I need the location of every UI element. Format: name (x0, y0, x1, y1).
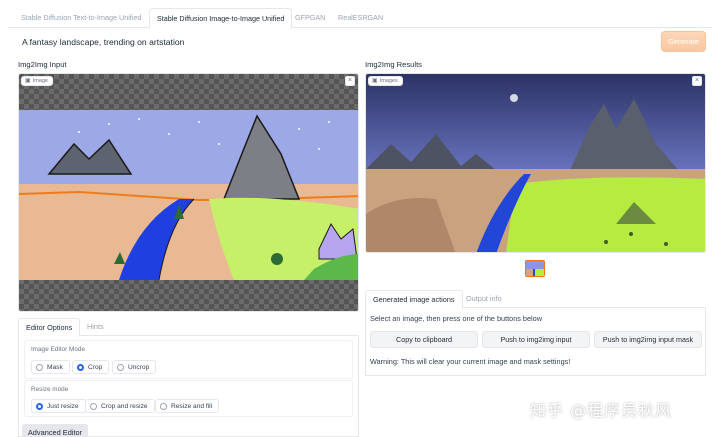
actions-tab-bar: Generated image actions Output info (365, 290, 706, 309)
radio-selected-icon (36, 402, 43, 410)
input-drawing (19, 74, 358, 311)
radio-icon (90, 402, 97, 410)
thumbnail-image (526, 261, 544, 276)
images-box-label: ▣ Images (368, 76, 403, 86)
radio-icon (160, 402, 167, 410)
push-to-img2img-input-button[interactable]: Push to img2img input (482, 331, 590, 348)
copy-to-clipboard-button[interactable]: Copy to clipboard (370, 331, 478, 348)
tab-gfpgan[interactable]: GFPGAN (288, 8, 332, 28)
editor-options-panel: Image Editor Mode Mask Crop Uncrop Resiz… (18, 336, 359, 437)
advanced-editor-button[interactable]: Advanced Editor (22, 424, 88, 437)
tab-output-info[interactable]: Output info (459, 290, 509, 308)
resize-crop-and-resize-radio[interactable]: Crop and resize (85, 399, 155, 413)
tab-realesrgan[interactable]: RealESRGAN (331, 8, 390, 28)
close-icon[interactable]: × (692, 76, 702, 86)
result-thumbnail[interactable] (525, 260, 545, 277)
actions-warning: Warning: This will clear your current im… (370, 357, 571, 366)
generate-button[interactable]: Generate (661, 31, 706, 52)
image-icon: ▣ (25, 78, 31, 84)
mode-mask-radio[interactable]: Mask (31, 360, 70, 374)
tab-hints[interactable]: Hints (80, 318, 111, 336)
resize-just-resize-radio[interactable]: Just resize (31, 399, 86, 413)
radio-icon (117, 363, 124, 371)
image-editor-mode-group: Image Editor Mode Mask Crop Uncrop (24, 340, 353, 379)
push-to-img2img-input-mask-button[interactable]: Push to img2img input mask (594, 331, 702, 348)
img2img-input-canvas[interactable]: ▣ Image × (18, 73, 359, 312)
radio-icon (36, 363, 43, 371)
actions-instruction: Select an image, then press one of the b… (370, 314, 542, 323)
generated-actions-panel: Select an image, then press one of the b… (365, 308, 706, 376)
prompt-input[interactable] (16, 31, 652, 53)
input-panel-title: Img2Img Input (18, 60, 67, 69)
tab-editor-options[interactable]: Editor Options (18, 318, 81, 337)
editor-tab-bar: Editor Options Hints (18, 318, 359, 337)
close-icon[interactable]: × (345, 76, 355, 86)
watermark: 知乎 @程序员秋风 (530, 401, 673, 420)
main-tab-bar: Stable Diffusion Text-to-Image Unified S… (8, 8, 712, 29)
image-editor-mode-label: Image Editor Mode (31, 346, 85, 353)
image-icon: ▣ (372, 78, 378, 84)
mode-crop-radio[interactable]: Crop (72, 360, 110, 374)
tab-generated-image-actions[interactable]: Generated image actions (365, 290, 463, 309)
mode-uncrop-radio[interactable]: Uncrop (112, 360, 157, 374)
results-panel-title: Img2Img Results (365, 60, 422, 69)
result-image[interactable] (366, 74, 706, 253)
resize-mode-label: Resize mode (31, 386, 69, 393)
image-box-label: ▣ Image (21, 76, 53, 86)
resize-and-fill-radio[interactable]: Resize and fill (155, 399, 220, 413)
img2img-results-gallery[interactable]: ▣ Images × (365, 73, 706, 253)
tab-text-to-image[interactable]: Stable Diffusion Text-to-Image Unified (14, 8, 148, 28)
resize-mode-group: Resize mode Just resize Crop and resize … (24, 380, 353, 417)
radio-selected-icon (77, 363, 84, 371)
tab-image-to-image[interactable]: Stable Diffusion Image-to-Image Unified (149, 8, 293, 29)
